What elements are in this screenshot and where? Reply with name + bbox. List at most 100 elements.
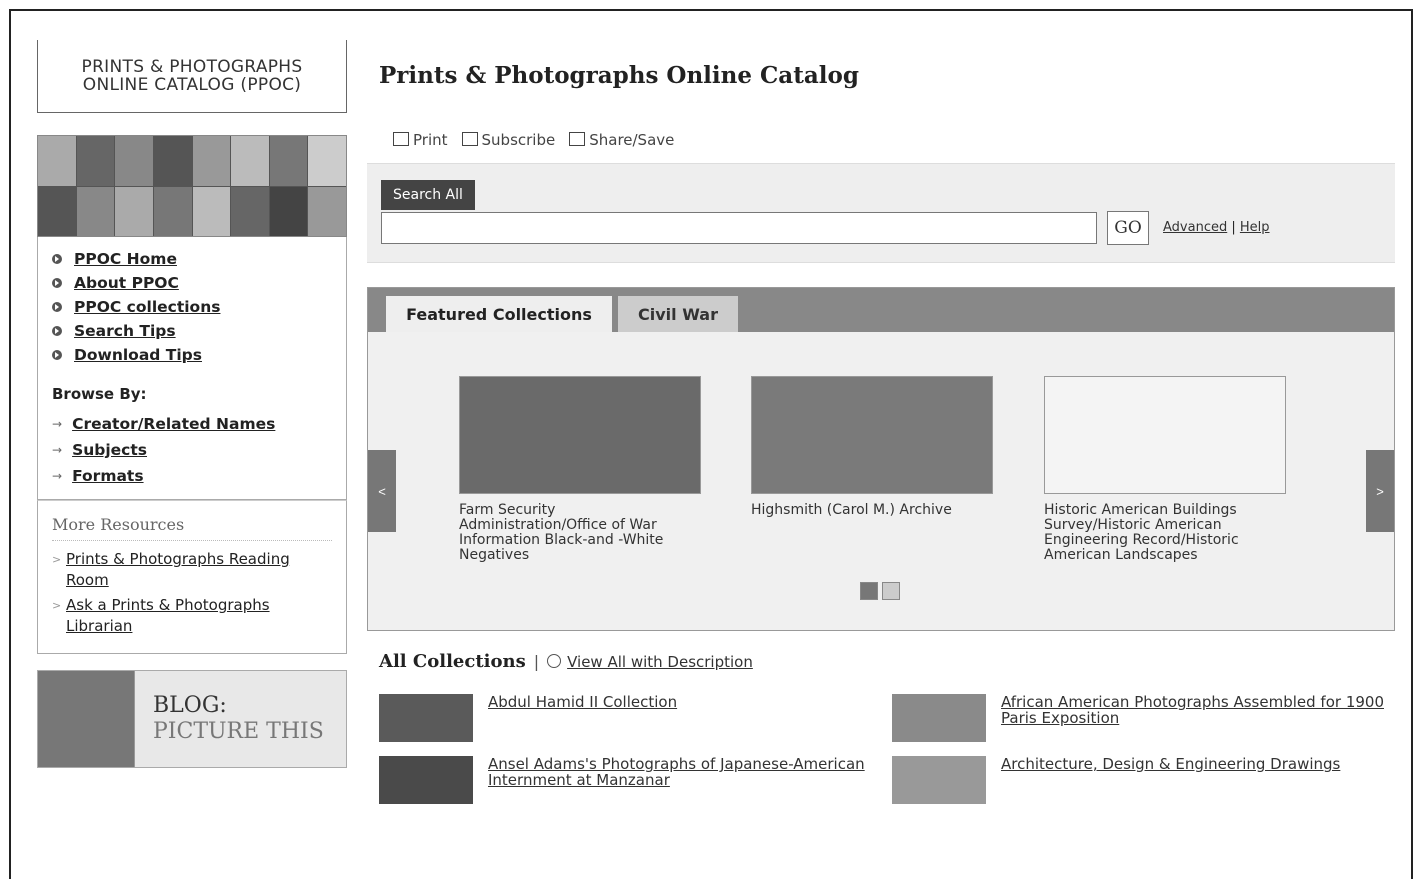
sidebar-item-label[interactable]: Search Tips bbox=[74, 319, 176, 343]
search-links: Advanced | Help bbox=[1163, 220, 1270, 235]
page-title: Prints & Photographs Online Catalog bbox=[379, 62, 859, 89]
main-content: Prints & Photographs Online Catalog Prin… bbox=[367, 40, 1395, 804]
collection-thumbnail[interactable] bbox=[892, 756, 986, 804]
share-icon bbox=[569, 132, 586, 146]
collection-item[interactable]: Ansel Adams's Photographs of Japanese-Am… bbox=[379, 756, 892, 804]
photo-mosaic-image bbox=[37, 135, 347, 237]
ppoc-logo-text: PRINTS & PHOTOGRAPHS ONLINE CATALOG (PPO… bbox=[37, 40, 347, 94]
collection-item[interactable]: Abdul Hamid II Collection bbox=[379, 694, 892, 742]
subscribe-button[interactable]: Subscribe bbox=[461, 131, 556, 149]
browse-item-label[interactable]: Formats bbox=[72, 463, 144, 489]
browse-by-heading: Browse By: bbox=[52, 385, 147, 403]
carousel-slide[interactable]: Highsmith (Carol M.) Archive bbox=[751, 376, 993, 518]
carousel-next-button[interactable]: > bbox=[1366, 450, 1394, 532]
carousel-slide[interactable]: Farm Security Administration/Office of W… bbox=[459, 376, 701, 563]
go-button[interactable]: GO bbox=[1107, 211, 1149, 245]
heading-separator: | bbox=[533, 652, 540, 671]
collection-thumbnail[interactable] bbox=[379, 756, 473, 804]
tab-featured-collections[interactable]: Featured Collections bbox=[386, 296, 612, 332]
sidebar-item-about-ppoc[interactable]: About PPOC bbox=[52, 271, 332, 295]
circle-arrow-icon bbox=[52, 326, 62, 336]
more-item-reading-room[interactable]: Prints & Photographs Reading Room bbox=[52, 549, 332, 591]
all-collections-header: All Collections | View All with Descript… bbox=[379, 651, 1395, 672]
featured-carousel: Featured Collections Civil War < > Farm … bbox=[367, 287, 1395, 631]
circle-arrow-icon bbox=[547, 654, 562, 668]
all-collections-heading: All Collections bbox=[379, 651, 526, 672]
blog-photo bbox=[38, 671, 135, 767]
collection-link[interactable]: Abdul Hamid II Collection bbox=[488, 694, 677, 710]
more-item-label[interactable]: Prints & Photographs Reading Room bbox=[66, 550, 290, 589]
print-button[interactable]: Print bbox=[393, 131, 448, 149]
printer-icon bbox=[393, 132, 409, 146]
subscribe-label: Subscribe bbox=[481, 131, 556, 149]
sidebar-item-download-tips[interactable]: Download Tips bbox=[52, 343, 332, 367]
browse-item-label[interactable]: Subjects bbox=[72, 437, 147, 463]
collection-thumbnail[interactable] bbox=[379, 694, 473, 742]
share-button[interactable]: Share/Save bbox=[569, 131, 674, 149]
carousel-slide[interactable]: Historic American Buildings Survey/Histo… bbox=[1044, 376, 1286, 563]
help-link[interactable]: Help bbox=[1240, 220, 1270, 235]
search-panel: Search All GO Advanced | Help bbox=[367, 163, 1395, 263]
arrow-right-icon: → bbox=[52, 469, 63, 483]
print-label: Print bbox=[413, 131, 448, 149]
search-input[interactable] bbox=[381, 212, 1097, 244]
slide-caption[interactable]: Farm Security Administration/Office of W… bbox=[459, 503, 701, 563]
search-all-tab[interactable]: Search All bbox=[381, 180, 475, 210]
slide-image[interactable] bbox=[1044, 376, 1286, 494]
slide-caption[interactable]: Historic American Buildings Survey/Histo… bbox=[1044, 503, 1286, 563]
blog-banner[interactable]: BLOG: PICTURE THIS bbox=[37, 670, 347, 768]
ppoc-logo-box[interactable]: PRINTS & PHOTOGRAPHS ONLINE CATALOG (PPO… bbox=[37, 40, 347, 113]
circle-arrow-icon bbox=[52, 254, 62, 264]
pager-dot[interactable] bbox=[882, 582, 900, 600]
blog-banner-text: BLOG: PICTURE THIS bbox=[135, 671, 324, 767]
browse-item-subjects[interactable]: → Subjects bbox=[52, 437, 332, 463]
link-separator: | bbox=[1231, 220, 1236, 235]
rss-icon bbox=[461, 132, 478, 146]
carousel-pager bbox=[860, 582, 900, 600]
sidebar-item-label[interactable]: Download Tips bbox=[74, 343, 202, 367]
collection-item[interactable]: African American Photographs Assembled f… bbox=[892, 694, 1392, 742]
more-item-label[interactable]: Ask a Prints & Photographs Librarian bbox=[66, 596, 270, 635]
view-all-label[interactable]: View All with Description bbox=[567, 653, 753, 671]
sidebar-item-label[interactable]: PPOC Home bbox=[74, 247, 177, 271]
slide-caption[interactable]: Highsmith (Carol M.) Archive bbox=[751, 503, 993, 518]
page-tools: Print Subscribe Share/Save bbox=[393, 131, 1395, 149]
arrow-right-icon: → bbox=[52, 417, 63, 431]
blog-name: PICTURE THIS bbox=[153, 719, 324, 744]
sidebar-item-label[interactable]: About PPOC bbox=[74, 271, 179, 295]
carousel-prev-button[interactable]: < bbox=[368, 450, 396, 532]
slide-image[interactable] bbox=[459, 376, 701, 494]
logo-divider-left bbox=[37, 40, 38, 112]
tab-civil-war[interactable]: Civil War bbox=[618, 296, 738, 332]
more-item-ask-librarian[interactable]: Ask a Prints & Photographs Librarian bbox=[52, 595, 332, 637]
carousel-tab-bar: Featured Collections Civil War bbox=[368, 288, 1394, 332]
ppoc-logo-line1: PRINTS & PHOTOGRAPHS bbox=[81, 57, 303, 77]
sidebar-item-ppoc-collections[interactable]: PPOC collections bbox=[52, 295, 332, 319]
ppoc-logo-line2: ONLINE CATALOG (PPOC) bbox=[82, 75, 302, 95]
view-all-link[interactable]: View All with Description bbox=[547, 652, 753, 671]
circle-arrow-icon bbox=[52, 302, 62, 312]
collection-link[interactable]: African American Photographs Assembled f… bbox=[1001, 694, 1392, 726]
more-resources-heading: More Resources bbox=[52, 515, 332, 541]
slide-image[interactable] bbox=[751, 376, 993, 494]
arrow-right-icon: → bbox=[52, 443, 63, 457]
browse-item-creator[interactable]: → Creator/Related Names bbox=[52, 411, 332, 437]
sidebar-item-search-tips[interactable]: Search Tips bbox=[52, 319, 332, 343]
collection-item[interactable]: Architecture, Design & Engineering Drawi… bbox=[892, 756, 1392, 804]
advanced-search-link[interactable]: Advanced bbox=[1163, 220, 1227, 235]
sidebar-item-label[interactable]: PPOC collections bbox=[74, 295, 220, 319]
browse-item-formats[interactable]: → Formats bbox=[52, 463, 332, 489]
more-resources: More Resources Prints & Photographs Read… bbox=[37, 500, 347, 654]
pager-dot-active[interactable] bbox=[860, 582, 878, 600]
collection-thumbnail[interactable] bbox=[892, 694, 986, 742]
share-label: Share/Save bbox=[589, 131, 675, 149]
circle-arrow-icon bbox=[52, 278, 62, 288]
collections-grid: Abdul Hamid II Collection African Americ… bbox=[379, 694, 1395, 804]
logo-divider-right bbox=[346, 40, 347, 112]
sidebar: PRINTS & PHOTOGRAPHS ONLINE CATALOG (PPO… bbox=[37, 40, 347, 768]
sidebar-nav: PPOC Home About PPOC PPOC collections Se… bbox=[37, 237, 347, 500]
collection-link[interactable]: Architecture, Design & Engineering Drawi… bbox=[1001, 756, 1340, 772]
sidebar-item-ppoc-home[interactable]: PPOC Home bbox=[52, 247, 332, 271]
collection-link[interactable]: Ansel Adams's Photographs of Japanese-Am… bbox=[488, 756, 892, 788]
browse-item-label[interactable]: Creator/Related Names bbox=[72, 411, 275, 437]
